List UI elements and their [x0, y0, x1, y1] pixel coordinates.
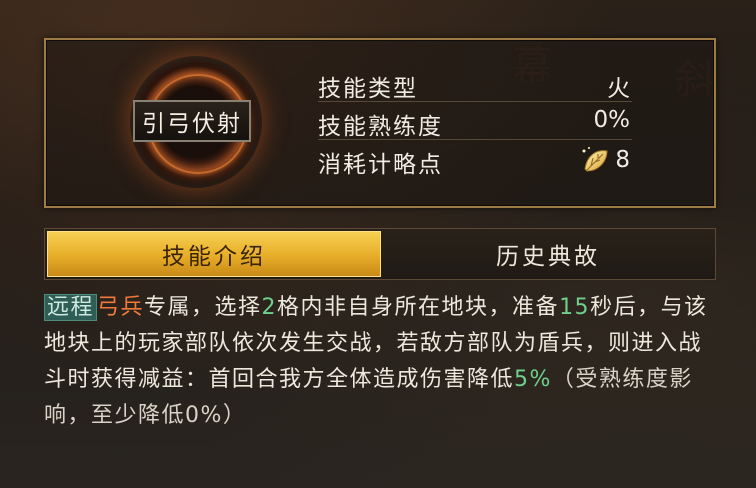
description-text: 格内非自身所在地块，准备	[277, 295, 560, 320]
cost-value-group: 8	[579, 145, 630, 175]
stat-label: 消耗计略点	[318, 152, 443, 178]
stat-row-type: 技能类型 火	[318, 66, 632, 102]
skill-description: 远程 弓兵专属，选择2格内非自身所在地块，准备15秒后，与该地块上的玩家部队依次发…	[44, 290, 716, 434]
stat-label: 技能类型	[318, 76, 418, 102]
stat-value: 8	[615, 147, 630, 173]
tab-skill-intro[interactable]: 技能介绍	[47, 231, 381, 277]
delay-value: 15	[559, 295, 591, 320]
stat-row-cost: 消耗计略点 8	[318, 142, 632, 178]
skill-detail-screen: 幕 斜 引弓伏射 技能类型 火 技能熟练度 0% 消耗计略点	[0, 0, 756, 488]
range-value: 2	[261, 295, 278, 320]
gold-leaf-icon	[582, 147, 608, 172]
unit-type: 弓兵	[97, 295, 145, 320]
stat-row-proficiency: 技能熟练度 0%	[318, 104, 632, 140]
description-text: 专属，选择	[144, 295, 262, 320]
stat-value: 0%	[593, 107, 631, 133]
range-tag: 远程	[44, 294, 98, 321]
tab-bar: 技能介绍 历史典故	[44, 228, 716, 280]
stat-value: 火	[607, 76, 630, 102]
stat-label: 技能熟练度	[318, 114, 443, 140]
skill-name: 引弓伏射	[133, 100, 251, 142]
tab-history[interactable]: 历史典故	[383, 229, 713, 279]
debuff-value: 5%	[514, 367, 552, 392]
